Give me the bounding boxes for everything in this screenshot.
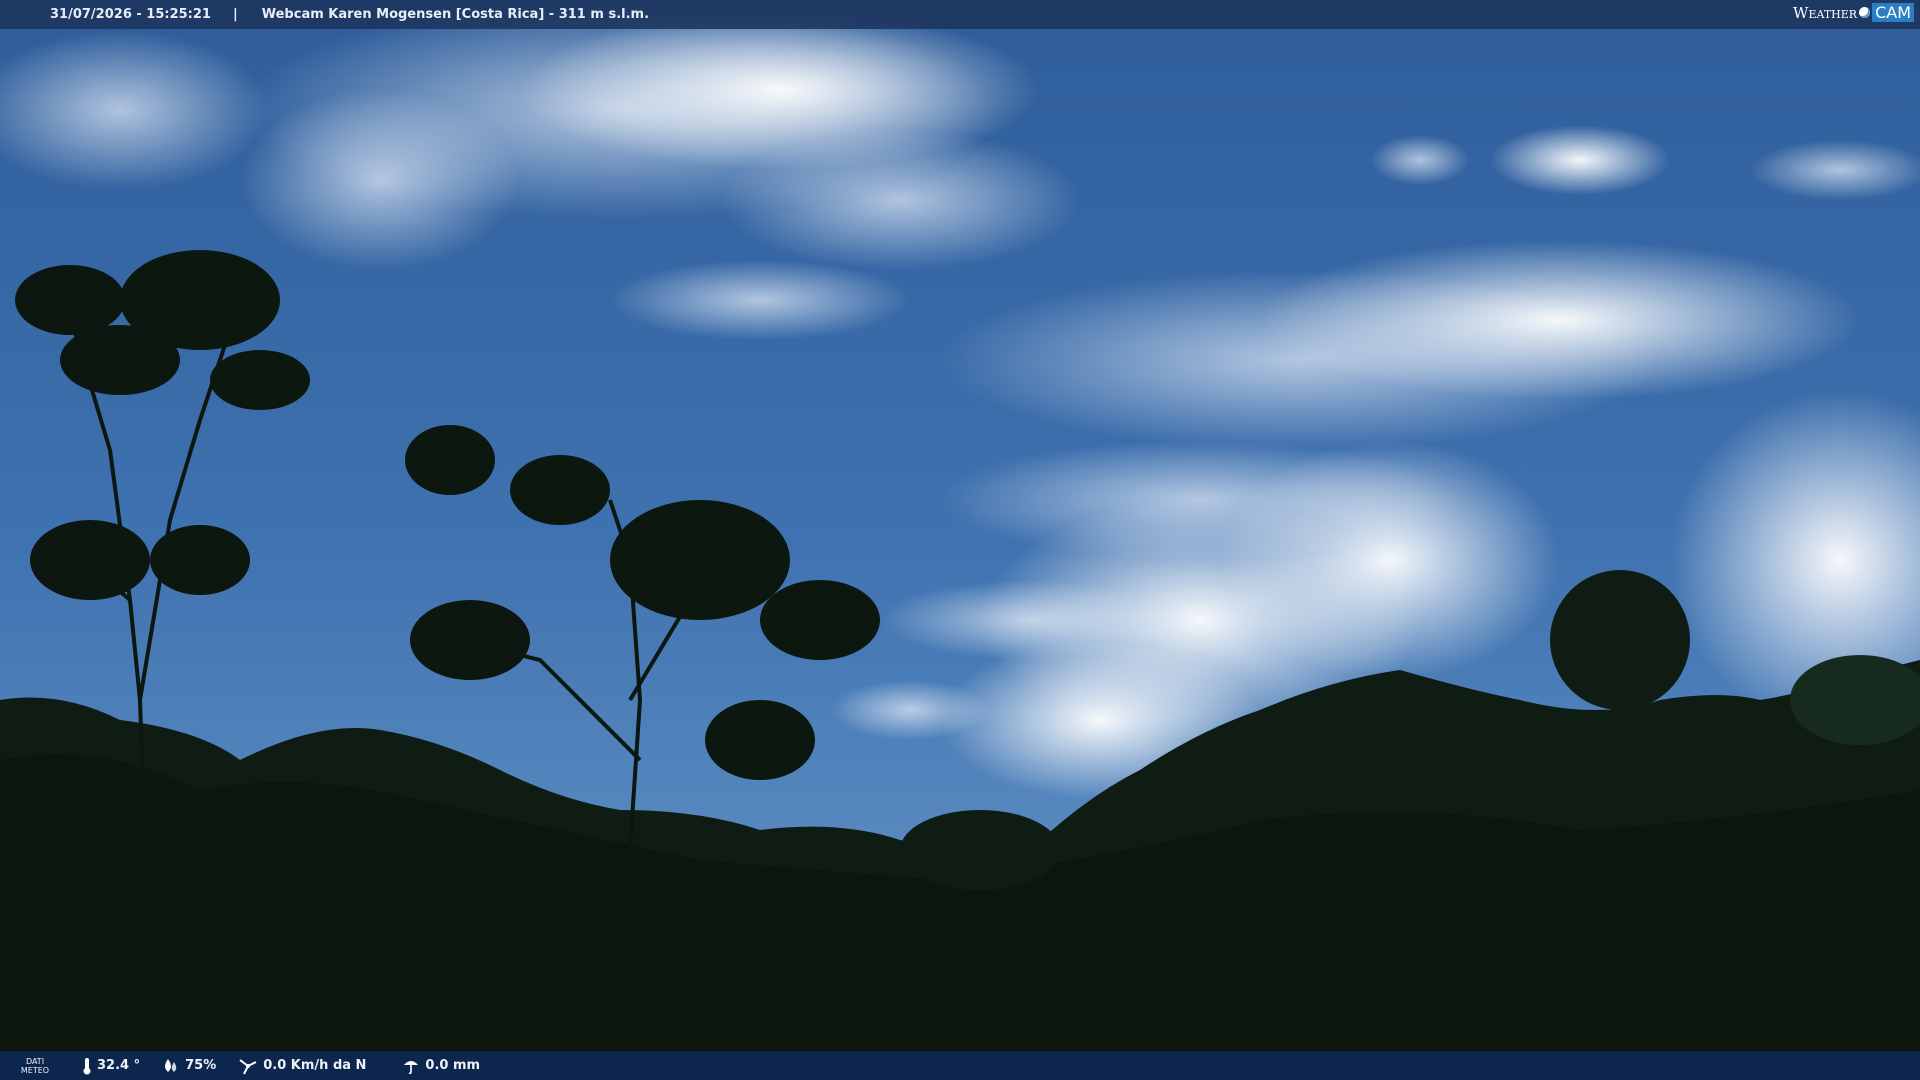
temperature-stat: 32.4 °	[82, 1057, 140, 1075]
header-bar: 31/07/2026 - 15:25:21 | Webcam Karen Mog…	[0, 0, 1920, 29]
meteo-label-line2: METEO	[20, 1065, 50, 1075]
weather-data-bar: DATI METEO 32.4 ° 75% 0.0 Km/h da N 0.0 …	[0, 1051, 1920, 1080]
meteo-label-line1: DATI	[25, 1056, 45, 1066]
rain-gauge-icon	[404, 1060, 419, 1074]
temperature-value: 32.4 °	[97, 1058, 141, 1073]
thermometer-icon	[83, 1057, 91, 1074]
rain-value: 0.0 mm	[425, 1058, 481, 1073]
webcam-title: Webcam Karen Mogensen [Costa Rica] - 311…	[261, 7, 650, 22]
weathercam-logo: Weather CAM	[1793, 3, 1914, 22]
humidity-value: 75%	[185, 1058, 217, 1073]
logo-globe-icon	[1859, 7, 1871, 18]
wind-stat: 0.0 Km/h da N	[238, 1057, 366, 1075]
wind-icon	[239, 1058, 257, 1074]
webcam-image	[0, 0, 1920, 1080]
humidity-drop-icon	[165, 1058, 177, 1072]
header-separator: |	[232, 7, 238, 22]
logo-text-weather: Weather	[1793, 3, 1858, 22]
wind-value: 0.0 Km/h da N	[263, 1058, 367, 1073]
meteo-label: DATI METEO	[10, 1057, 60, 1075]
logo-text-cam: CAM	[1872, 3, 1914, 22]
timestamp: 31/07/2026 - 15:25:21	[50, 7, 211, 22]
rain-stat: 0.0 mm	[402, 1057, 480, 1075]
humidity-stat: 75%	[162, 1058, 216, 1074]
